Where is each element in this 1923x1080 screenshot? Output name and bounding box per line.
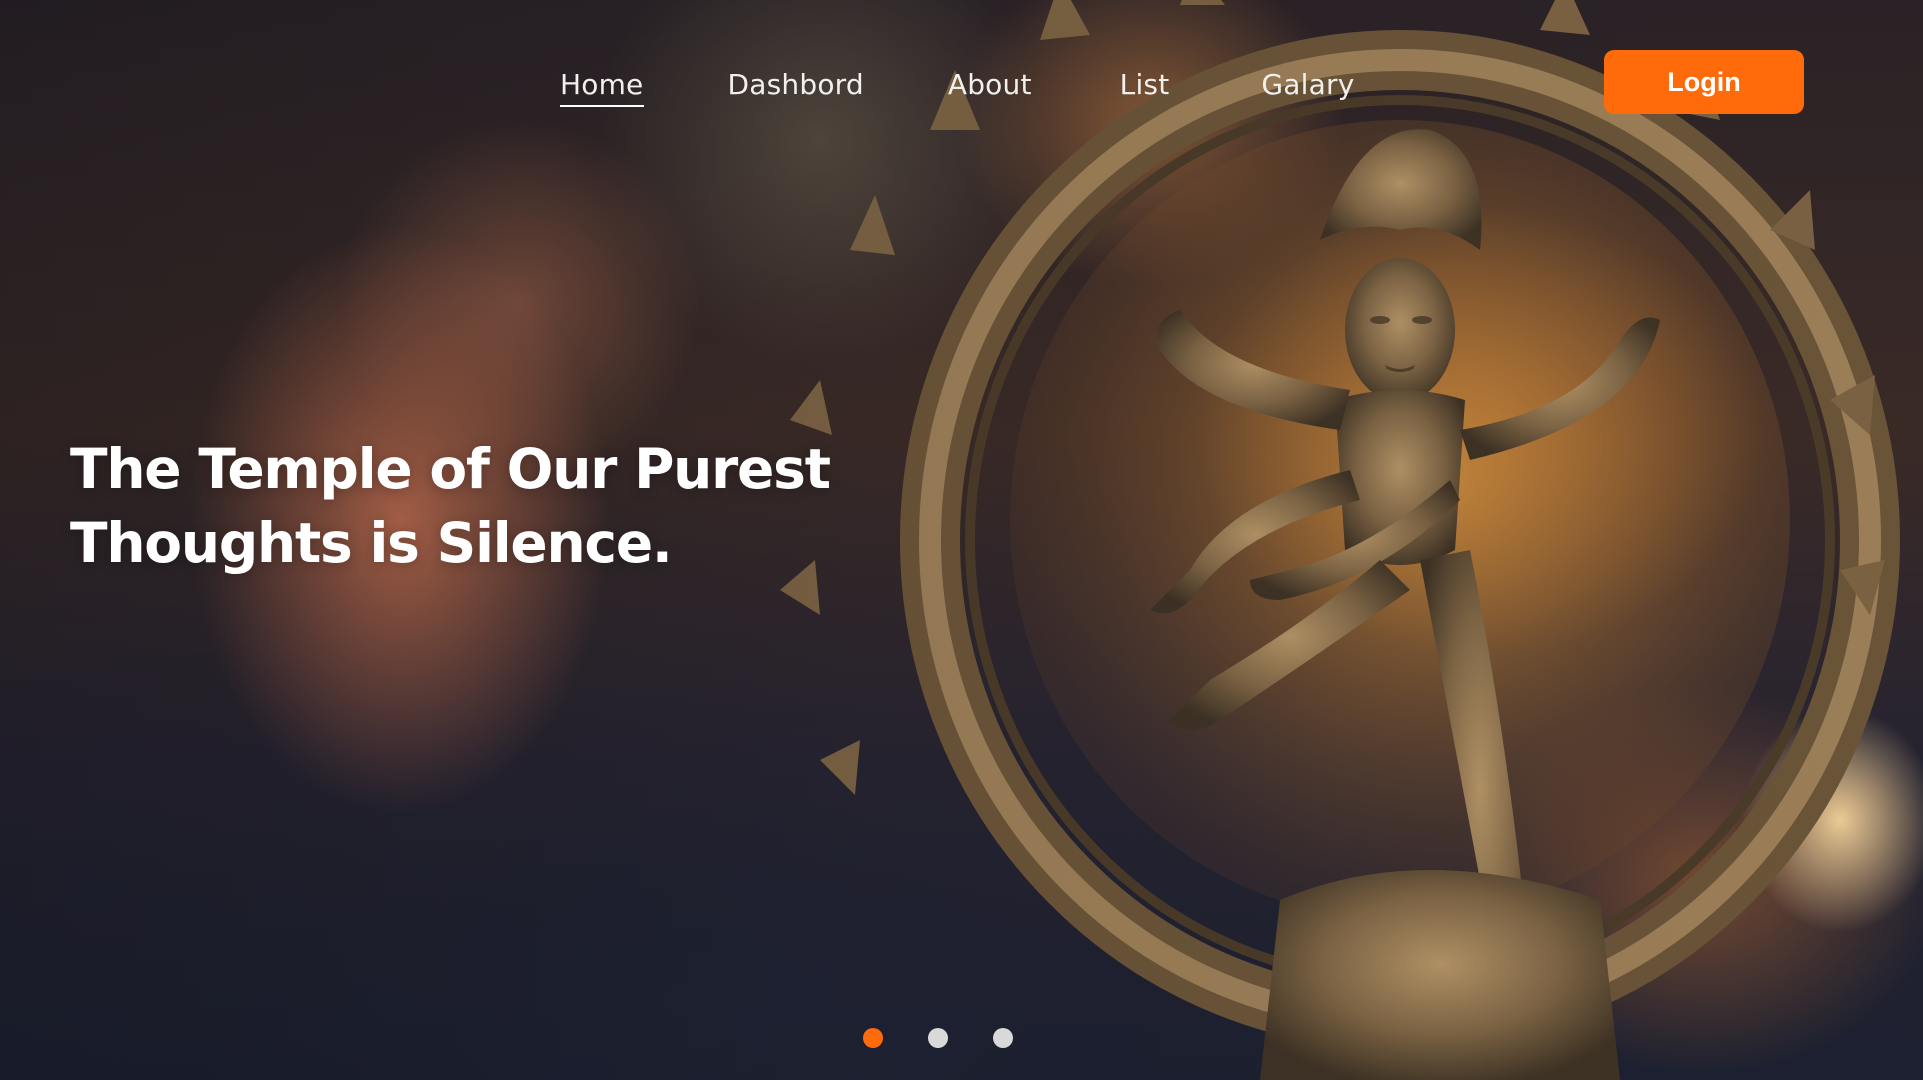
login-button[interactable]: Login — [1604, 50, 1804, 114]
nav-link-galary[interactable]: Galary — [1261, 68, 1354, 105]
top-navigation: Home Dashbord About List Galary Login — [0, 0, 1923, 170]
carousel-dots — [863, 1028, 1013, 1048]
landing-page: Home Dashbord About List Galary Login Th… — [0, 0, 1923, 1080]
carousel-dot-3[interactable] — [993, 1028, 1013, 1048]
nav-link-home[interactable]: Home — [560, 68, 644, 107]
hero-headline: The Temple of Our Purest Thoughts is Sil… — [70, 432, 831, 580]
nav-link-about[interactable]: About — [948, 68, 1032, 105]
hero-headline-line-2: Thoughts is Silence. — [70, 511, 673, 575]
nav-links: Home Dashbord About List Galary — [560, 68, 1354, 107]
nav-link-list[interactable]: List — [1120, 68, 1170, 105]
hero-headline-line-1: The Temple of Our Purest — [70, 437, 831, 501]
nav-link-dashbord[interactable]: Dashbord — [728, 68, 864, 105]
carousel-dot-2[interactable] — [928, 1028, 948, 1048]
carousel-dot-1[interactable] — [863, 1028, 883, 1048]
